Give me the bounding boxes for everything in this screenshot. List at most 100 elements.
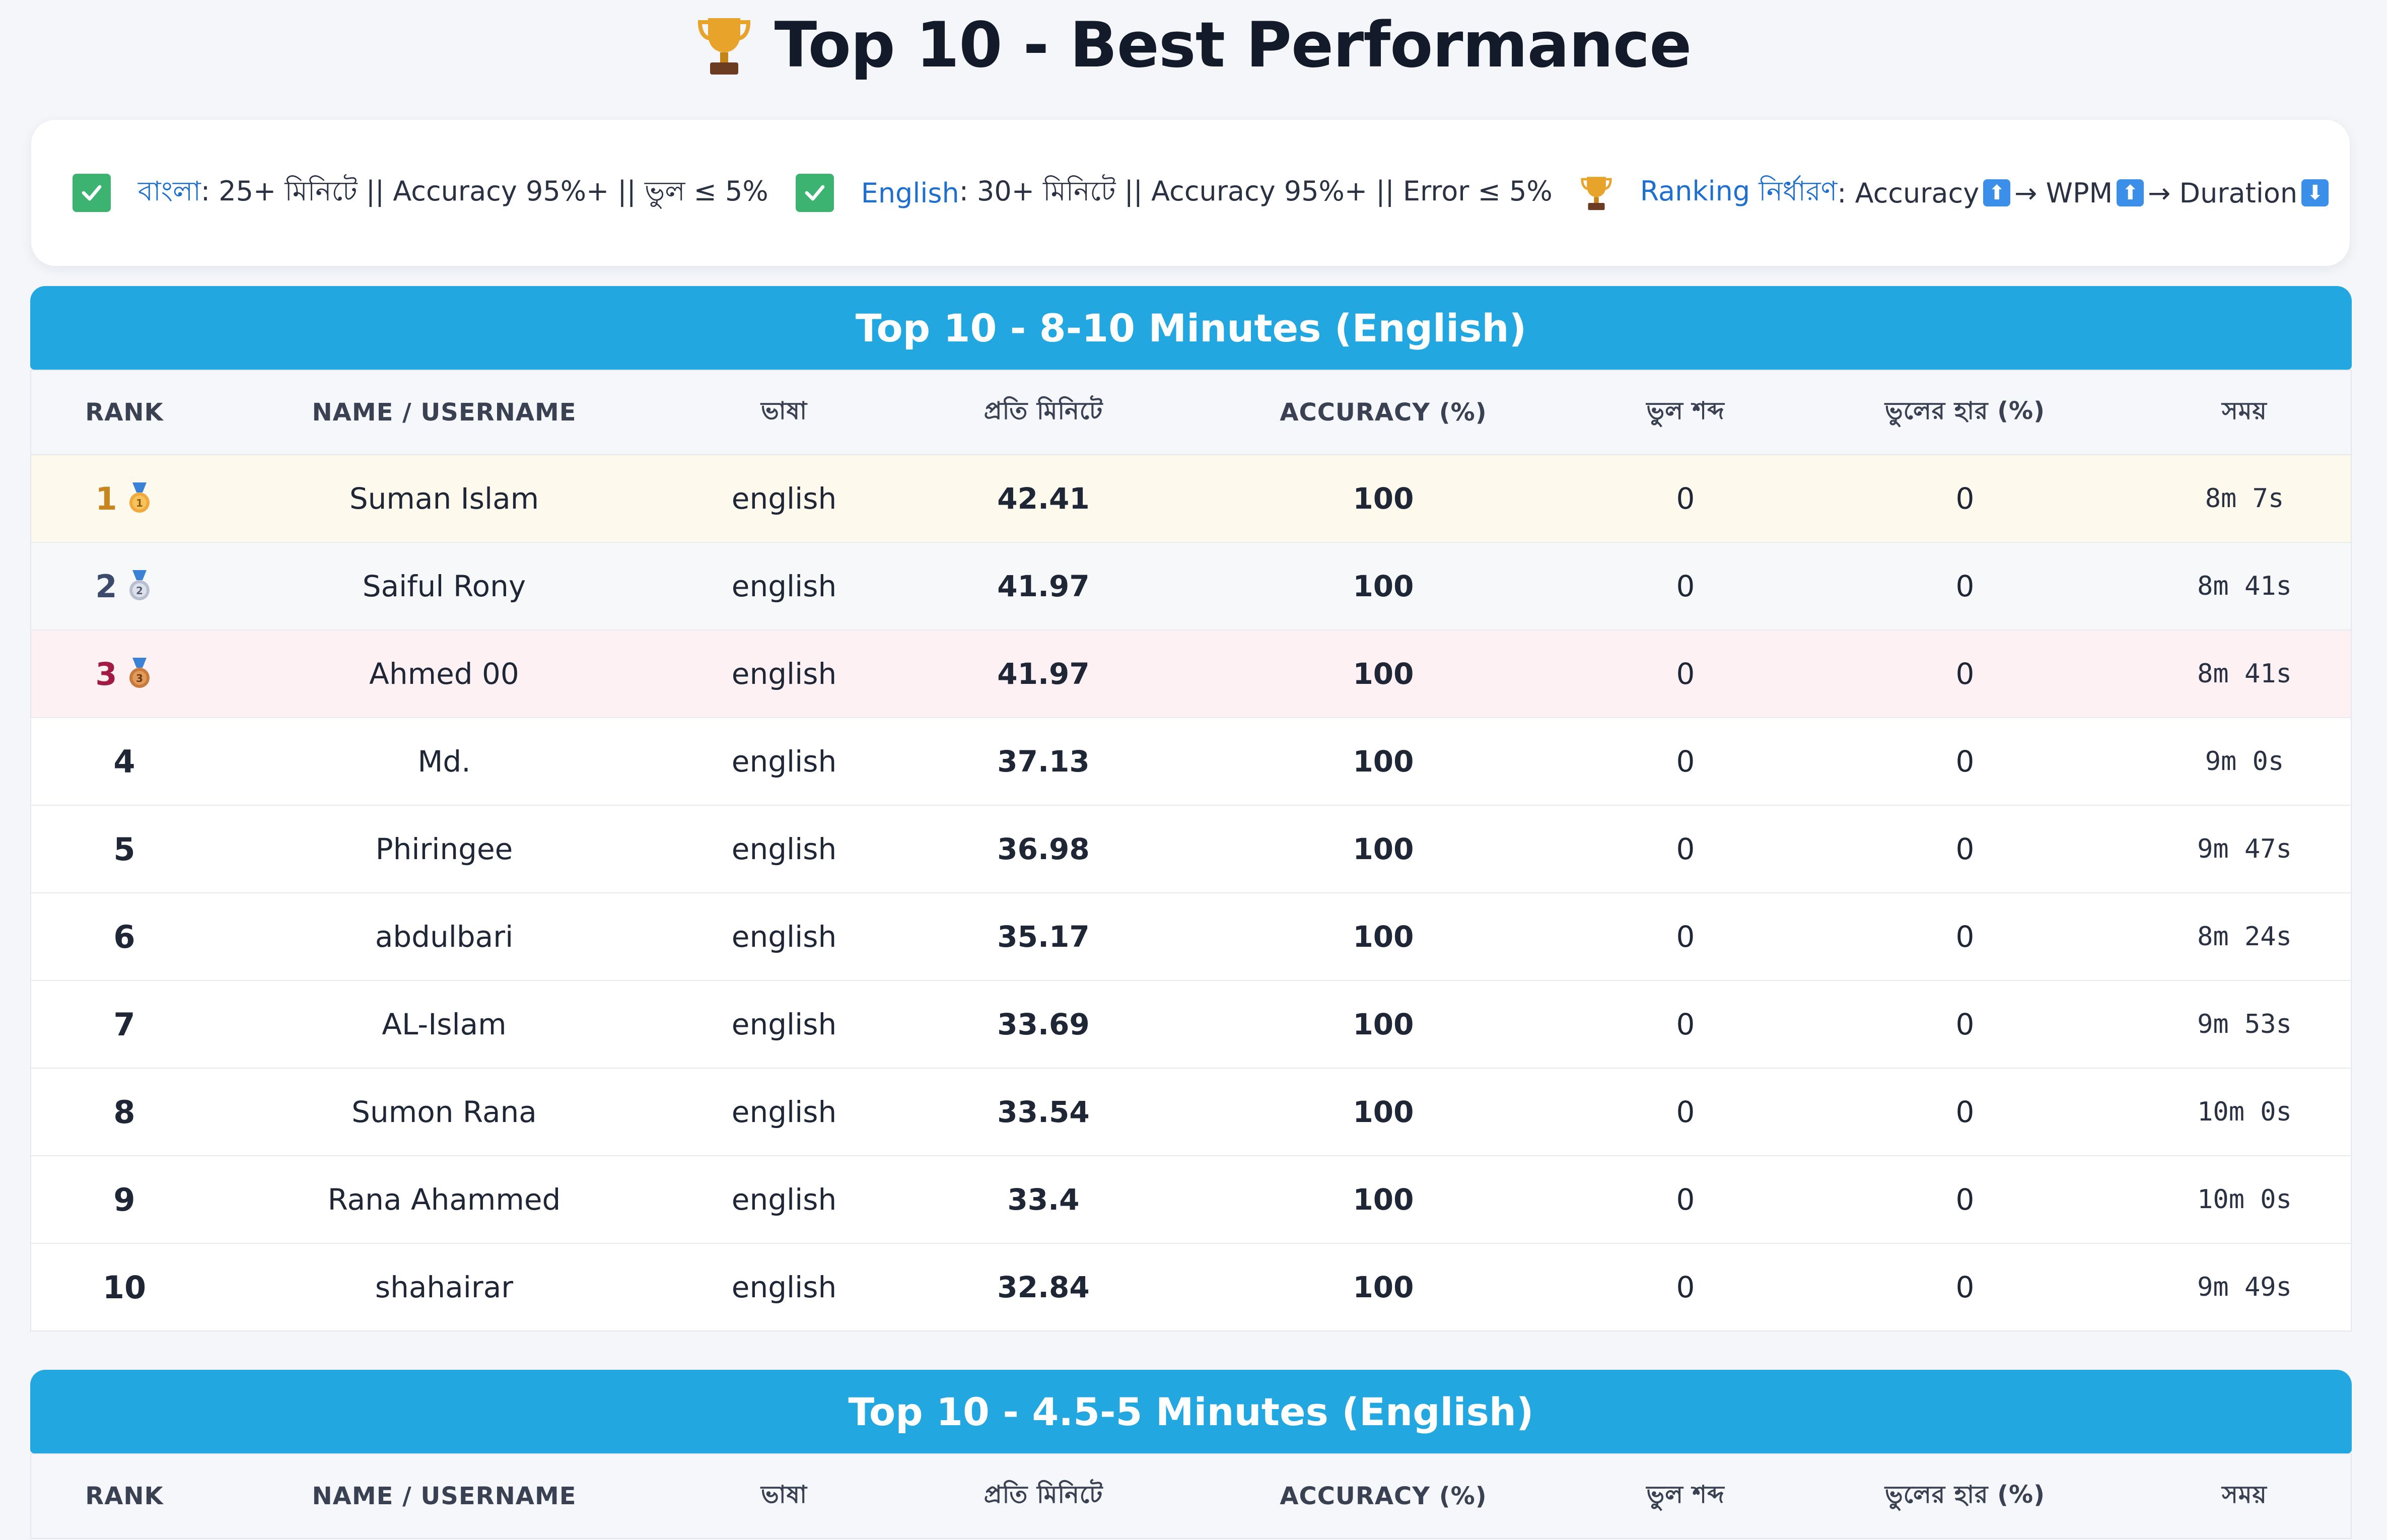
wpm-cell: 37.13: [997, 744, 1090, 779]
table-row[interactable]: 2 2 Saiful Rony english 41.97 100 0 0 8m…: [31, 543, 2351, 631]
table-row[interactable]: 1 1 Suman Islam english 42.41 100 0 0 8m…: [31, 455, 2351, 543]
accuracy-cell: 100: [1353, 1095, 1414, 1129]
table-row[interactable]: 9 Rana Ahammed english 33.4 100 0 0 10m …: [31, 1156, 2351, 1244]
language-cell: english: [731, 657, 837, 691]
language-cell: english: [731, 1095, 837, 1129]
rule-ranking-label: Ranking নির্ধারণ: [1640, 175, 1838, 207]
wrong-words-cell: 0: [1676, 569, 1695, 603]
rank-number: 3: [95, 655, 117, 692]
rank-cell: 5: [113, 830, 135, 868]
table-row[interactable]: 10 shahairar english 32.84 100 0 0 9m 49…: [31, 1244, 2351, 1331]
table-row[interactable]: 6 abdulbari english 35.17 100 0 0 8m 24s: [31, 893, 2351, 981]
username-cell: Ahmed 00: [369, 657, 519, 691]
time-cell: 10m 0s: [2197, 1184, 2292, 1215]
svg-text:1: 1: [136, 497, 143, 509]
trophy-icon: [696, 14, 752, 77]
wrong-words-cell: 0: [1676, 481, 1695, 516]
table-row[interactable]: 7 AL-Islam english 33.69 100 0 0 9m 53s: [31, 981, 2351, 1069]
section-header-4-5-5-min: Top 10 - 4.5-5 Minutes (English): [30, 1370, 2352, 1453]
wpm-cell: 41.97: [997, 657, 1090, 691]
language-cell: english: [731, 569, 837, 603]
trophy-icon: [1580, 174, 1613, 212]
table-header: RANK NAME / USERNAME ভাষা প্রতি মিনিটে A…: [31, 1454, 2351, 1539]
col-wpm: প্রতি মিনিটে: [984, 1480, 1103, 1509]
col-language: ভাষা: [760, 1480, 808, 1509]
col-time: সময়: [2222, 396, 2267, 425]
rule-bangla-text: : 25+ মিনিটে || Accuracy 95%+ || ভুল ≤ 5…: [200, 175, 768, 207]
col-language: ভাষা: [760, 396, 808, 425]
rank-cell: 10: [102, 1269, 147, 1306]
wpm-cell: 33.4: [1007, 1182, 1080, 1217]
error-rate-cell: 0: [1955, 744, 1975, 779]
rule-english-label: English: [861, 177, 959, 209]
rank-cell: 4: [113, 743, 135, 780]
col-name: NAME / USERNAME: [312, 1482, 577, 1510]
wpm-cell: 36.98: [997, 832, 1090, 866]
time-cell: 10m 0s: [2197, 1097, 2292, 1127]
username-cell: Suman Islam: [349, 481, 539, 516]
rank-cell: 9: [113, 1181, 135, 1218]
error-rate-cell: 0: [1955, 1007, 1975, 1041]
table-row[interactable]: 4 Md. english 37.13 100 0 0 9m 0s: [31, 718, 2351, 806]
time-cell: 8m 41s: [2197, 571, 2292, 601]
error-rate-cell: 0: [1955, 1270, 1975, 1304]
rank-number: 1: [95, 480, 117, 517]
rule-ranking: Ranking নির্ধারণ : Accuracy ⬆ → WPM ⬆ → …: [1580, 170, 2333, 216]
time-cell: 9m 0s: [2205, 746, 2284, 777]
svg-text:2: 2: [136, 585, 143, 597]
table-row[interactable]: 3 3 Ahmed 00 english 41.97 100 0 0 8m 41…: [31, 631, 2351, 718]
wpm-cell: 42.41: [997, 481, 1090, 516]
wpm-cell: 32.84: [997, 1270, 1090, 1304]
accuracy-cell: 100: [1353, 744, 1414, 779]
username-cell: abdulbari: [375, 920, 514, 954]
error-rate-cell: 0: [1955, 481, 1975, 516]
accuracy-cell: 100: [1353, 481, 1414, 516]
username-cell: Saiful Rony: [362, 569, 526, 603]
table-header: RANK NAME / USERNAME ভাষা প্রতি মিনিটে A…: [31, 371, 2351, 455]
accuracy-cell: 100: [1353, 569, 1414, 603]
rule-ranking-text-3: → Duration: [2148, 177, 2298, 209]
col-rank: RANK: [85, 398, 164, 427]
wrong-words-cell: 0: [1676, 832, 1695, 866]
page-title-text: Top 10 - Best Performance: [774, 9, 1692, 82]
silver-medal-icon: 2: [125, 570, 154, 602]
table-row[interactable]: 5 Phiringee english 36.98 100 0 0 9m 47s: [31, 806, 2351, 893]
username-cell: Md.: [417, 744, 471, 779]
error-rate-cell: 0: [1955, 657, 1975, 691]
rule-ranking-text-1: : Accuracy: [1837, 177, 1980, 209]
language-cell: english: [731, 1182, 837, 1217]
col-rank: RANK: [85, 1482, 164, 1510]
table-row[interactable]: 8 Sumon Rana english 33.54 100 0 0 10m 0…: [31, 1069, 2351, 1156]
language-cell: english: [731, 481, 837, 516]
rule-ranking-text-2: → WPM: [2014, 177, 2113, 209]
time-cell: 8m 7s: [2205, 483, 2284, 514]
rules-card: বাংলা : 25+ মিনিটে || Accuracy 95%+ || ভ…: [31, 120, 2350, 266]
bronze-medal-icon: 3: [125, 658, 154, 690]
language-cell: english: [731, 920, 837, 954]
wrong-words-cell: 0: [1676, 657, 1695, 691]
gold-medal-icon: 1: [125, 482, 154, 515]
check-square-icon: [795, 174, 834, 212]
col-wrong-words: ভুল শব্দ: [1646, 1480, 1725, 1509]
rank-cell: 2 2: [31, 568, 218, 605]
col-error-rate: ভুলের হার (%): [1884, 1480, 2046, 1509]
username-cell: shahairar: [375, 1270, 514, 1304]
rule-bangla-label: বাংলা: [138, 175, 201, 207]
wpm-cell: 35.17: [997, 920, 1090, 954]
language-cell: english: [731, 1270, 837, 1304]
wrong-words-cell: 0: [1676, 1270, 1695, 1304]
rank-cell: 8: [113, 1093, 135, 1131]
rule-english-text: : 30+ মিনিটে || Accuracy 95%+ || Error ≤…: [959, 175, 1553, 207]
accuracy-cell: 100: [1353, 1007, 1414, 1041]
wrong-words-cell: 0: [1676, 744, 1695, 779]
arrow-up-icon: ⬆: [1983, 179, 2011, 206]
wpm-cell: 33.54: [997, 1095, 1090, 1129]
accuracy-cell: 100: [1353, 832, 1414, 866]
error-rate-cell: 0: [1955, 920, 1975, 954]
rank-cell: 6: [113, 918, 135, 955]
time-cell: 9m 47s: [2197, 834, 2292, 864]
username-cell: Sumon Rana: [352, 1095, 537, 1129]
wpm-cell: 41.97: [997, 569, 1090, 603]
arrow-down-icon: ⬇: [2301, 179, 2329, 206]
time-cell: 9m 53s: [2197, 1009, 2292, 1039]
